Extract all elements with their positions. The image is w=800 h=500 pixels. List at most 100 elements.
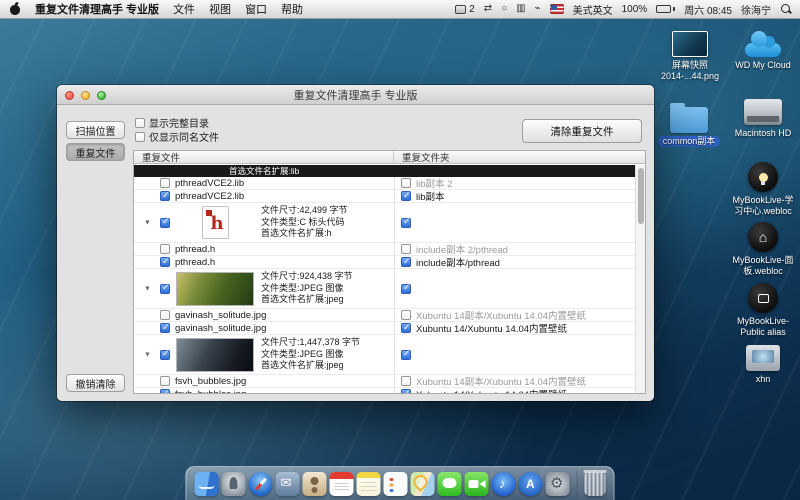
input-source-flag-icon[interactable] (550, 4, 564, 14)
folder-checkbox[interactable] (401, 323, 411, 333)
file-checkbox[interactable] (160, 284, 170, 294)
dock-icon-itunes[interactable] (492, 472, 516, 496)
icon-label: WD My Cloud (731, 60, 795, 71)
updates-status[interactable]: 2 (455, 4, 475, 15)
column-header-duplicate-folder[interactable]: 重复文件夹 (394, 151, 645, 163)
scrollbar-thumb[interactable] (638, 168, 644, 224)
table-row[interactable]: pthread.h include副本/pthread (134, 256, 635, 269)
dock-icon-messages[interactable] (438, 472, 462, 496)
file-checkbox[interactable] (160, 244, 170, 254)
zoom-button[interactable] (97, 91, 106, 100)
dock-icon-calendar[interactable] (330, 472, 354, 496)
folder-checkbox[interactable] (401, 389, 411, 393)
folder-path: Xubuntu 14副本/Xubuntu 14.04内置壁纸 (416, 308, 586, 322)
desktop-icon-mybooklive-public[interactable]: MyBookLive- Public alias (728, 283, 798, 338)
folder-checkbox[interactable] (401, 178, 411, 188)
file-checkbox[interactable] (160, 191, 170, 201)
file-checkbox[interactable] (160, 310, 170, 320)
file-checkbox[interactable] (160, 218, 170, 228)
folder-checkbox[interactable] (401, 218, 411, 228)
table-row[interactable]: pthread.h include副本 2/pthread (134, 243, 635, 256)
duplicates-table: 重复文件 重复文件夹 首选文件名扩展:lib pthreadVCE2.lib (133, 150, 646, 394)
display-menu-icon[interactable]: ⇄ (484, 4, 492, 14)
title-bar[interactable]: 重复文件清理高手 专业版 (57, 85, 654, 105)
menu-clock[interactable]: 周六 08:45 (684, 2, 732, 17)
apple-menu-icon[interactable] (10, 3, 21, 15)
desktop-icon-screenshot[interactable]: 屏幕快照 2014-...44.png (660, 31, 720, 82)
column-header-duplicate-file[interactable]: 重复文件 (134, 151, 394, 163)
disclosure-triangle-icon[interactable]: ▼ (144, 219, 151, 226)
menu-help[interactable]: 帮助 (281, 1, 303, 17)
file-name: fsvh_bubbles.jpg (175, 376, 246, 387)
time-machine-icon[interactable]: ○ (501, 4, 507, 14)
menu-window[interactable]: 窗口 (245, 1, 267, 17)
table-row[interactable]: gavinash_solitude.jpg Xubuntu 14/Xubuntu… (134, 322, 635, 335)
close-button[interactable] (65, 91, 74, 100)
input-source-label[interactable]: 美式英文 (573, 2, 613, 17)
battery-percent: 100% (622, 4, 648, 15)
table-detail-row[interactable]: ▼ 文件尺寸:1,447,378 字节 文件类型:JPEG 图像 首选文件名扩展… (134, 335, 635, 375)
minimize-button[interactable] (81, 91, 90, 100)
folder-checkbox[interactable] (401, 284, 411, 294)
battery-icon[interactable] (656, 5, 675, 13)
dock-icon-system-preferences[interactable] (546, 472, 570, 496)
table-detail-row[interactable]: ▼ 文件尺寸:42,499 字节 文件类型:C 标头代码 首选文件名扩展:h (134, 203, 635, 243)
show-full-path-checkbox[interactable] (135, 118, 145, 128)
file-checkbox[interactable] (160, 350, 170, 360)
dock-icon-facetime[interactable] (465, 472, 489, 496)
desktop-icon-mybooklive-study[interactable]: MyBookLive-学 习中心.webloc (728, 162, 798, 217)
dock-icon-launchpad[interactable] (222, 472, 246, 496)
remove-duplicates-button[interactable]: 清除重复文件 (522, 119, 642, 143)
dock-icon-trash[interactable] (585, 472, 606, 496)
dock-icon-reminders[interactable] (384, 472, 408, 496)
menu-file[interactable]: 文件 (173, 1, 195, 17)
dock-icon-notes[interactable] (357, 472, 381, 496)
file-meta: 文件尺寸:924,438 字节 文件类型:JPEG 图像 首选文件名扩展:jpe… (261, 271, 353, 306)
file-checkbox[interactable] (160, 178, 170, 188)
folder-checkbox[interactable] (401, 244, 411, 254)
dock-icon-app-store[interactable] (519, 472, 543, 496)
duplicate-files-button[interactable]: 重复文件 (66, 143, 125, 161)
desktop-icon-mybooklive-panel[interactable]: ⌂ MyBookLive-面 板.webloc (728, 222, 798, 277)
file-checkbox[interactable] (160, 389, 170, 393)
scan-locations-button[interactable]: 扫描位置 (66, 121, 125, 139)
file-checkbox[interactable] (160, 323, 170, 333)
disclosure-triangle-icon[interactable]: ▼ (144, 351, 151, 358)
dock-icon-maps[interactable] (411, 472, 435, 496)
header-file-icon (202, 206, 229, 239)
option-show-full-path[interactable]: 显示完整目录 (135, 115, 209, 130)
table-row[interactable]: pthreadVCE2.lib lib副本 2 (134, 177, 635, 190)
folder-checkbox[interactable] (401, 310, 411, 320)
table-body: 首选文件名扩展:lib pthreadVCE2.lib lib副本 2 (134, 165, 635, 393)
menu-view[interactable]: 视图 (209, 1, 231, 17)
user-menu[interactable]: 徐海宁 (741, 2, 771, 17)
desktop-icon-wd-my-cloud[interactable]: WD My Cloud (731, 29, 795, 71)
dock-icon-finder[interactable] (195, 472, 219, 496)
dock-icon-safari[interactable] (249, 472, 273, 496)
folder-checkbox[interactable] (401, 257, 411, 267)
same-name-only-checkbox[interactable] (135, 132, 145, 142)
table-row[interactable]: fsvh_bubbles.jpg Xubuntu 14/Xubuntu 14.0… (134, 388, 635, 393)
table-scrollbar[interactable] (635, 165, 645, 393)
option-same-name-only[interactable]: 仅显示同名文件 (135, 129, 219, 144)
bluetooth-icon[interactable]: ▥ (516, 4, 525, 14)
desktop-icon-common-folder[interactable]: common副本 (657, 101, 721, 147)
volume-icon[interactable]: ⌁ (535, 4, 541, 14)
table-row[interactable]: pthreadVCE2.lib lib副本 (134, 190, 635, 203)
folder-checkbox[interactable] (401, 191, 411, 201)
file-name: fsvh_bubbles.jpg (175, 389, 246, 394)
table-detail-row[interactable]: ▼ 文件尺寸:924,438 字节 文件类型:JPEG 图像 首选文件名扩展:j… (134, 269, 635, 309)
disclosure-triangle-icon[interactable]: ▼ (144, 285, 151, 292)
file-checkbox[interactable] (160, 257, 170, 267)
folder-checkbox[interactable] (401, 376, 411, 386)
window-content: 扫描位置 重复文件 撤销清除 显示完整目录 仅显示同名文件 清除重复文件 重复文… (57, 105, 654, 401)
file-checkbox[interactable] (160, 376, 170, 386)
app-menu-title[interactable]: 重复文件清理高手 专业版 (35, 1, 159, 17)
dock-icon-contacts[interactable] (303, 472, 327, 496)
spotlight-search-icon[interactable] (780, 3, 792, 15)
desktop-icon-macintosh-hd[interactable]: Macintosh HD (731, 99, 795, 139)
desktop-icon-xhn[interactable]: xhn (731, 345, 795, 385)
folder-checkbox[interactable] (401, 350, 411, 360)
undo-clean-button[interactable]: 撤销清除 (66, 374, 125, 392)
dock-icon-mail[interactable] (276, 472, 300, 496)
